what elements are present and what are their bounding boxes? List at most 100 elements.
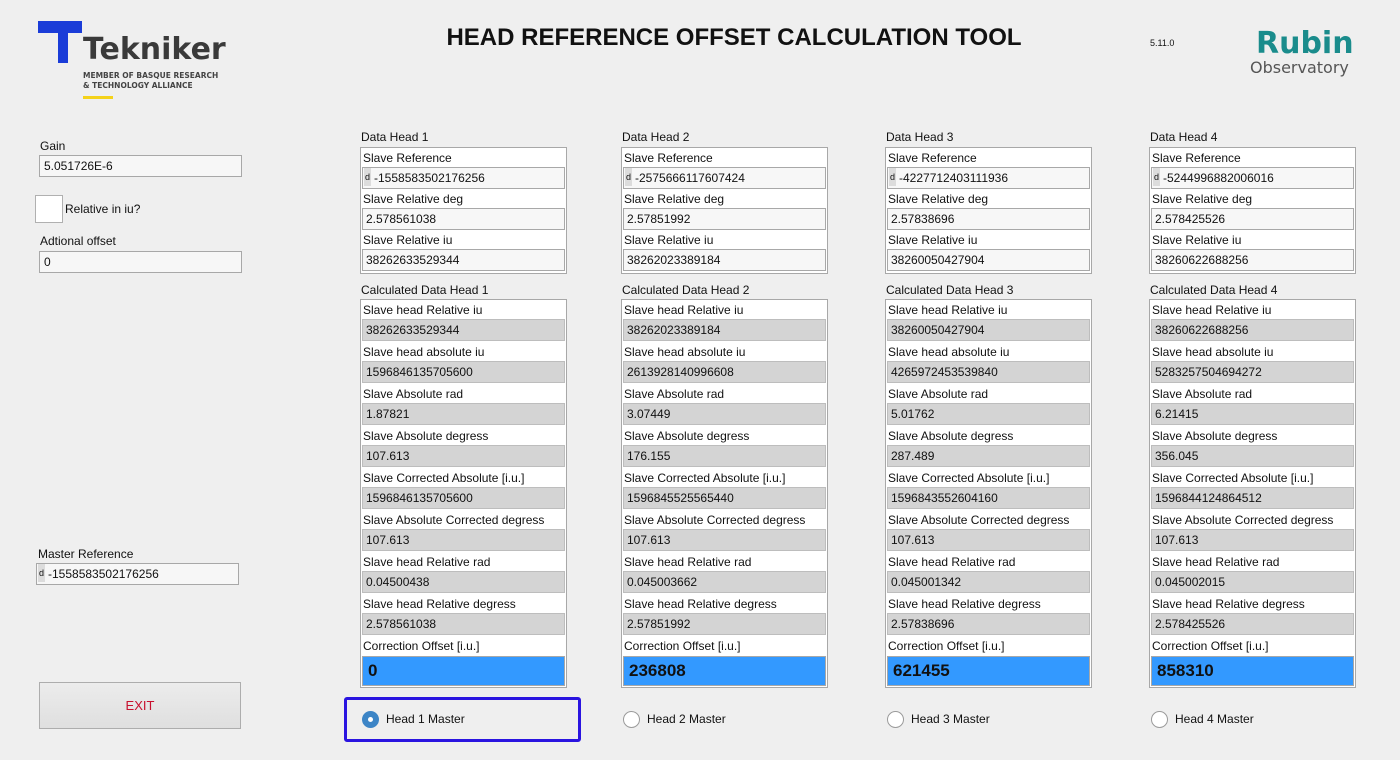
- data-head-title: Data Head 2: [622, 130, 690, 144]
- data-head-title: Data Head 3: [886, 130, 954, 144]
- calc-row-value: 107.613: [362, 445, 565, 467]
- head-master-label: Head 4 Master: [1175, 712, 1254, 726]
- correction-offset-value: 858310: [1151, 656, 1354, 686]
- tekniker-subtitle-line: & TECHNOLOGY ALLIANCE: [83, 81, 193, 90]
- slave-relative-deg-label: Slave Relative deg: [888, 192, 989, 206]
- data-head-panel: Slave Reference d -1558583502176256 Slave R…: [360, 147, 567, 274]
- calc-row-label: Slave Absolute Corrected degress: [624, 513, 806, 527]
- radio-button-icon[interactable]: [1151, 711, 1168, 728]
- calc-row-label: Slave Absolute degress: [1152, 429, 1278, 443]
- calc-row-value: 3.07449: [623, 403, 826, 425]
- slave-reference-input[interactable]: d -2575666117607424: [623, 167, 826, 189]
- slave-relative-deg-input[interactable]: 2.57851992: [623, 208, 826, 230]
- calc-row-label: Slave Corrected Absolute [i.u.]: [624, 471, 786, 485]
- calc-row-label: Slave head Relative rad: [363, 555, 491, 569]
- slave-relative-iu-input[interactable]: 38262023389184: [623, 249, 826, 271]
- calc-row-value: 38262023389184: [623, 319, 826, 341]
- rubin-subtitle: Observatory: [1250, 58, 1349, 77]
- additional-offset-label: Adtional offset: [40, 234, 116, 248]
- data-head-title: Data Head 4: [1150, 130, 1218, 144]
- calculated-head-panel: Slave head Relative iu 38260050427904 Slav…: [885, 299, 1092, 688]
- calc-row-label: Slave head Relative rad: [888, 555, 1016, 569]
- calc-row-label: Slave Absolute degress: [624, 429, 750, 443]
- type-tag: d: [38, 564, 46, 582]
- data-head-panel: Slave Reference d -2575666117607424 Slave R…: [621, 147, 828, 274]
- slave-relative-iu-input[interactable]: 38260050427904: [887, 249, 1090, 271]
- calc-row-value: 1596845525565440: [623, 487, 826, 509]
- calculated-head-title: Calculated Data Head 3: [886, 283, 1014, 297]
- calculated-head-title: Calculated Data Head 2: [622, 283, 750, 297]
- calc-row-value: 6.21415: [1151, 403, 1354, 425]
- data-head-panel: Slave Reference d -4227712403111936 Slave R…: [885, 147, 1092, 274]
- focus-indicator: [344, 697, 581, 742]
- slave-relative-iu-label: Slave Relative iu: [1152, 233, 1242, 247]
- calc-row-label: Slave Absolute Corrected degress: [363, 513, 545, 527]
- master-reference-value: -1558583502176256: [48, 567, 159, 581]
- calc-row-label: Slave head absolute iu: [888, 345, 1010, 359]
- calc-row-value: 0.04500438: [362, 571, 565, 593]
- slave-relative-deg-label: Slave Relative deg: [624, 192, 725, 206]
- exit-button[interactable]: EXIT: [39, 682, 241, 729]
- radio-button-icon[interactable]: [887, 711, 904, 728]
- calc-row-label: Slave head Relative degress: [1152, 597, 1305, 611]
- version-label: 5.11.0: [1150, 38, 1175, 48]
- tekniker-accent-bar: [83, 96, 113, 99]
- calculated-head-title: Calculated Data Head 4: [1150, 283, 1278, 297]
- tekniker-subtitle-line: MEMBER OF BASQUE RESEARCH: [83, 71, 219, 80]
- calc-row-value: 2.578425526: [1151, 613, 1354, 635]
- gain-input[interactable]: 5.051726E-6: [39, 155, 242, 177]
- tekniker-subtitle: MEMBER OF BASQUE RESEARCH & TECHNOLOGY A…: [83, 71, 218, 91]
- slave-reference-label: Slave Reference: [363, 151, 452, 165]
- calc-row-value: 2613928140996608: [623, 361, 826, 383]
- data-head-title: Data Head 1: [361, 130, 429, 144]
- slave-relative-iu-input[interactable]: 38260622688256: [1151, 249, 1354, 271]
- slave-reference-value: -2575666117607424: [635, 171, 745, 185]
- calc-row-label: Slave head Relative rad: [624, 555, 752, 569]
- slave-relative-iu-label: Slave Relative iu: [888, 233, 978, 247]
- calc-row-value: 1596846135705600: [362, 361, 565, 383]
- slave-reference-input[interactable]: d -1558583502176256: [362, 167, 565, 189]
- data-head-panel: Slave Reference d -5244996882006016 Slave R…: [1149, 147, 1356, 274]
- calc-row-value: 38262633529344: [362, 319, 565, 341]
- slave-relative-deg-input[interactable]: 2.578425526: [1151, 208, 1354, 230]
- calc-row-label: Slave head Relative iu: [363, 303, 483, 317]
- radio-button-icon[interactable]: [623, 711, 640, 728]
- calc-row-value: 2.57838696: [887, 613, 1090, 635]
- slave-reference-label: Slave Reference: [1152, 151, 1241, 165]
- calc-row-label: Slave head Relative iu: [1152, 303, 1272, 317]
- calc-row-label: Slave head absolute iu: [1152, 345, 1274, 359]
- additional-offset-input[interactable]: 0: [39, 251, 242, 273]
- calc-row-label: Slave head Relative degress: [624, 597, 777, 611]
- calc-row-value: 2.578561038: [362, 613, 565, 635]
- master-reference-input[interactable]: d -1558583502176256: [36, 563, 239, 585]
- correction-offset-label: Correction Offset [i.u.]: [1152, 639, 1269, 653]
- calc-row-label: Slave Absolute degress: [363, 429, 489, 443]
- slave-relative-deg-input[interactable]: 2.57838696: [887, 208, 1090, 230]
- slave-reference-input[interactable]: d -5244996882006016: [1151, 167, 1354, 189]
- slave-reference-input[interactable]: d -4227712403111936: [887, 167, 1090, 189]
- tekniker-name: Tekniker: [83, 32, 226, 67]
- calc-row-value: 1596846135705600: [362, 487, 565, 509]
- relative-in-iu-label: Relative in iu?: [65, 202, 141, 216]
- calc-row-value: 107.613: [623, 529, 826, 551]
- page-title: HEAD REFERENCE OFFSET CALCULATION TOOL: [446, 24, 1022, 51]
- calc-row-value: 2.57851992: [623, 613, 826, 635]
- calc-row-value: 0.045001342: [887, 571, 1090, 593]
- calc-row-label: Slave Absolute rad: [1152, 387, 1253, 401]
- calc-row-value: 0.045003662: [623, 571, 826, 593]
- calc-row-label: Slave head absolute iu: [363, 345, 485, 359]
- calc-row-label: Slave head absolute iu: [624, 345, 746, 359]
- relative-in-iu-checkbox[interactable]: [35, 195, 63, 223]
- calculated-head-title: Calculated Data Head 1: [361, 283, 489, 297]
- slave-relative-deg-input[interactable]: 2.578561038: [362, 208, 565, 230]
- calc-row-label: Slave Absolute degress: [888, 429, 1014, 443]
- calc-row-label: Slave Corrected Absolute [i.u.]: [363, 471, 525, 485]
- calc-row-label: Slave Absolute Corrected degress: [888, 513, 1070, 527]
- correction-offset-label: Correction Offset [i.u.]: [624, 639, 741, 653]
- type-tag: d: [1153, 168, 1161, 186]
- calc-row-value: 107.613: [362, 529, 565, 551]
- tekniker-mark-icon: [58, 33, 68, 63]
- correction-offset-value: 621455: [887, 656, 1090, 686]
- type-tag: d: [625, 168, 633, 186]
- slave-relative-iu-input[interactable]: 38262633529344: [362, 249, 565, 271]
